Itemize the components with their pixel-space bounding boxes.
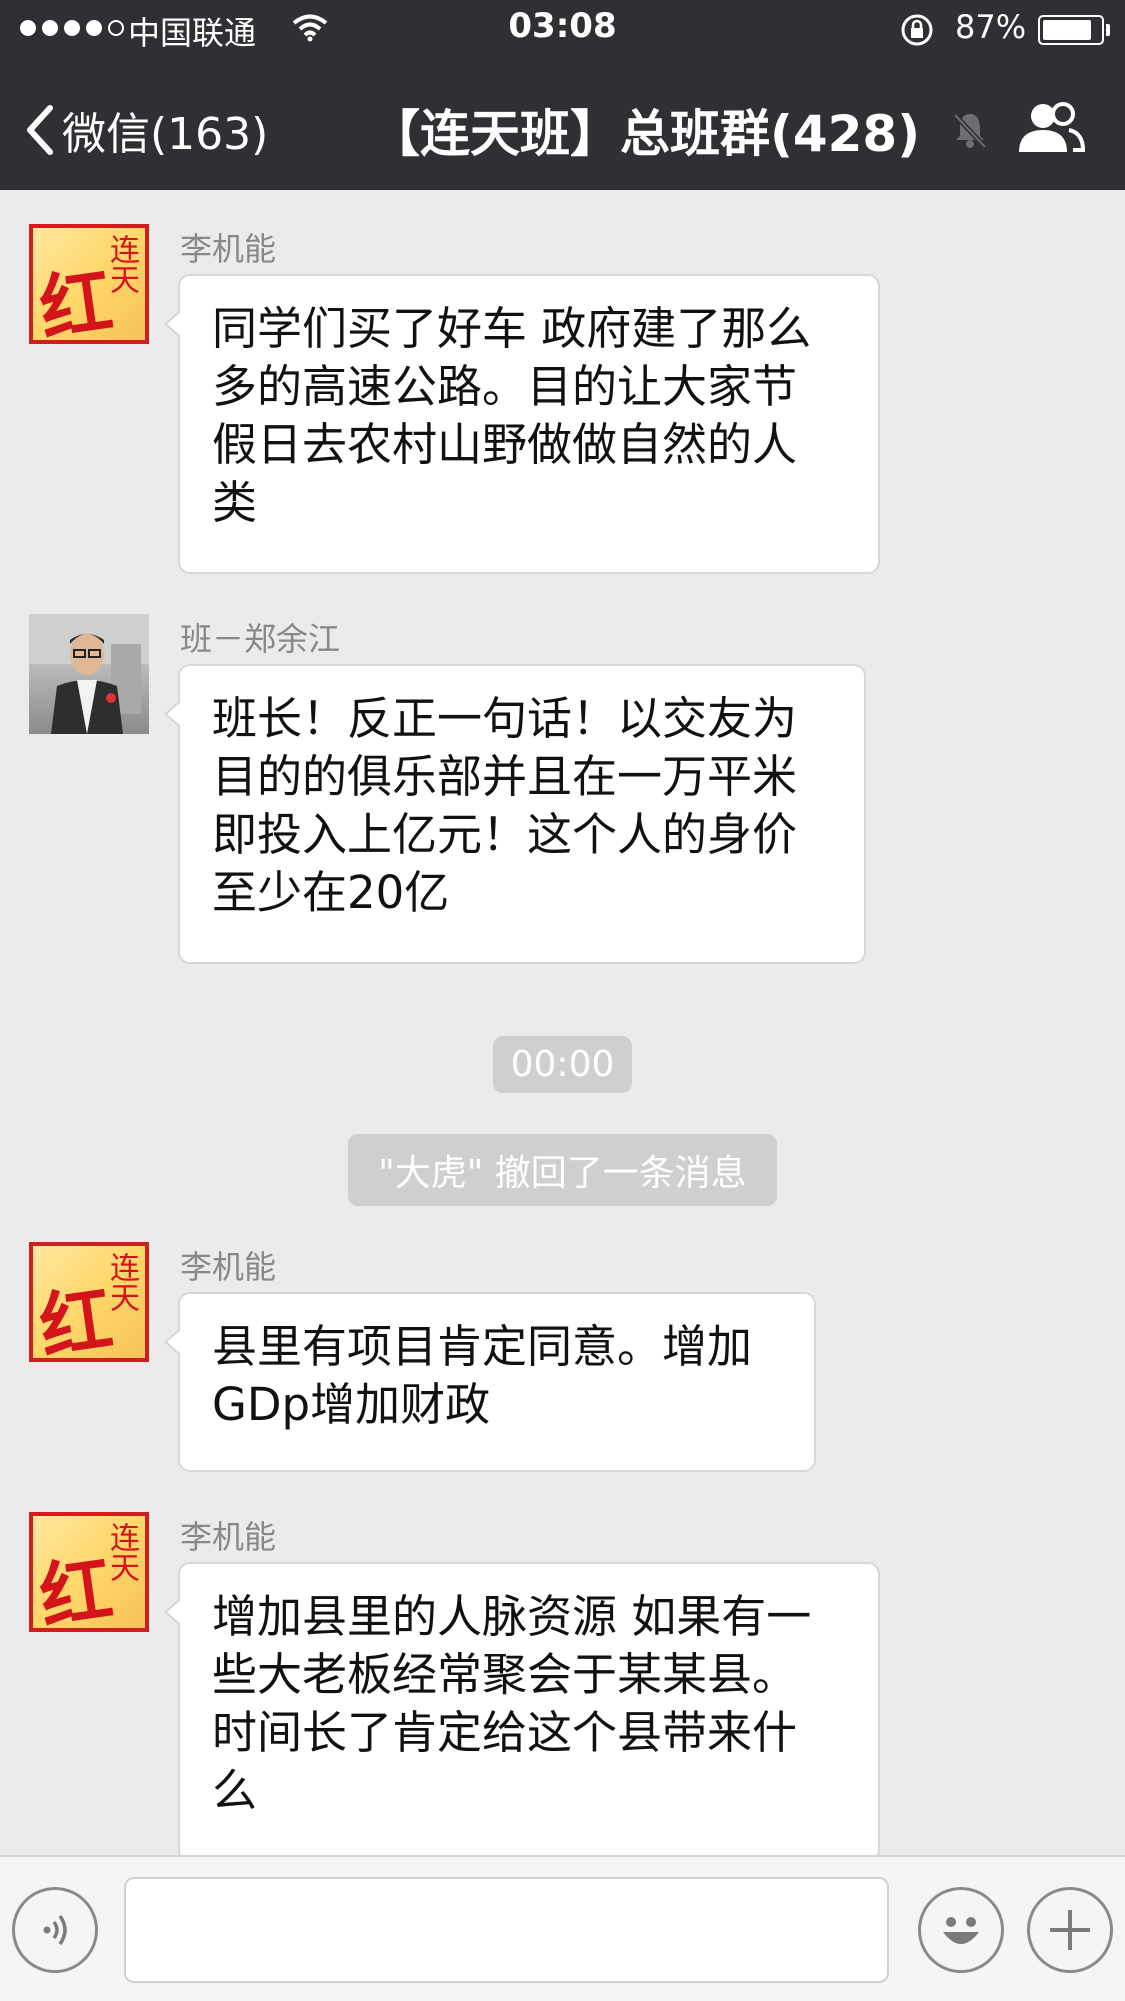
sender-name: 班－郑余江 bbox=[180, 620, 341, 658]
message-line: 些大老板经常聚会于某某县。 bbox=[212, 1648, 798, 1701]
message-line: 县里有项目肯定同意。增加 bbox=[212, 1320, 753, 1373]
status-bar: 中国联通 03:08 87% bbox=[0, 0, 1125, 58]
avatar[interactable]: 红 连天 bbox=[29, 1242, 149, 1362]
chat-title: 【连天班】总班群(428) bbox=[370, 105, 921, 163]
voice-button[interactable] bbox=[12, 1887, 98, 1973]
message-line: 么 bbox=[212, 1764, 258, 1817]
message-line: 同学们买了好车 政府建了那么 bbox=[212, 302, 812, 355]
timestamp-row: 00:00 bbox=[0, 1036, 1125, 1093]
avatar[interactable]: 红 连天 bbox=[29, 1512, 149, 1632]
chevron-left-icon bbox=[27, 105, 53, 155]
top-bar: 中国联通 03:08 87% 微信(163) 【连天班】总班群(428) bbox=[0, 0, 1125, 190]
message-line: 假日去农村山野做做自然的人 bbox=[212, 418, 798, 471]
message-bubble[interactable]: 增加县里的人脉资源 如果有一 些大老板经常聚会于某某县。 时间长了肯定给这个县带… bbox=[164, 1562, 880, 1862]
message-line: 至少在20亿 bbox=[212, 866, 450, 919]
back-button[interactable]: 微信(163) bbox=[24, 98, 268, 162]
message-line: 即投入上亿元！这个人的身价 bbox=[212, 808, 798, 861]
message-line: 目的的俱乐部并且在一万平米 bbox=[212, 750, 798, 803]
rotation-lock-icon bbox=[901, 14, 933, 46]
avatar[interactable]: 红 连天 bbox=[29, 224, 149, 344]
nav-bar: 微信(163) 【连天班】总班群(428) bbox=[0, 58, 1125, 190]
back-label: 微信(163) bbox=[62, 109, 269, 160]
man-photo-icon bbox=[29, 614, 149, 734]
voice-icon bbox=[43, 1914, 67, 1946]
mute-icon bbox=[953, 113, 987, 149]
message-line: 时间长了肯定给这个县带来什 bbox=[212, 1706, 798, 1759]
sender-name: 李机能 bbox=[180, 1248, 277, 1286]
recall-notice: "大虎" 撤回了一条消息 bbox=[348, 1134, 777, 1206]
message-line: 班长！反正一句话！以交友为 bbox=[212, 692, 798, 745]
message-line: GDp增加财政 bbox=[212, 1378, 491, 1431]
chat-area[interactable]: 红 连天 李机能 同学们买了好车 政府建了那么 多的高速公路。目的让大家节 假日… bbox=[0, 190, 1125, 1862]
plus-icon bbox=[1050, 1910, 1090, 1950]
logo-side-chars: 连天 bbox=[104, 234, 139, 294]
battery-percentage: 87% bbox=[955, 8, 1027, 46]
emoji-button[interactable] bbox=[918, 1887, 1004, 1973]
group-members-icon[interactable] bbox=[1015, 100, 1087, 156]
logo-side-chars: 连天 bbox=[104, 1522, 139, 1582]
input-bar bbox=[0, 1855, 1125, 2001]
message-bubble[interactable]: 县里有项目肯定同意。增加 GDp增加财政 bbox=[164, 1292, 816, 1472]
message-line: 增加县里的人脉资源 如果有一 bbox=[212, 1590, 812, 1643]
recall-notice-row: "大虎" 撤回了一条消息 bbox=[0, 1134, 1125, 1206]
message-bubble[interactable]: 同学们买了好车 政府建了那么 多的高速公路。目的让大家节 假日去农村山野做做自然… bbox=[164, 274, 880, 574]
sender-name: 李机能 bbox=[180, 1518, 277, 1556]
avatar[interactable] bbox=[29, 614, 149, 734]
logo-side-chars: 连天 bbox=[104, 1252, 139, 1312]
message-bubble[interactable]: 班长！反正一句话！以交友为 目的的俱乐部并且在一万平米 即投入上亿元！这个人的身… bbox=[164, 664, 866, 964]
timestamp: 00:00 bbox=[492, 1036, 633, 1093]
battery-icon bbox=[1038, 15, 1104, 45]
emoji-icon bbox=[943, 1917, 979, 1944]
message-input[interactable] bbox=[124, 1877, 889, 1983]
message-line: 类 bbox=[212, 476, 258, 529]
sender-name: 李机能 bbox=[180, 230, 277, 268]
more-button[interactable] bbox=[1027, 1887, 1113, 1973]
message-line: 多的高速公路。目的让大家节 bbox=[212, 360, 798, 413]
